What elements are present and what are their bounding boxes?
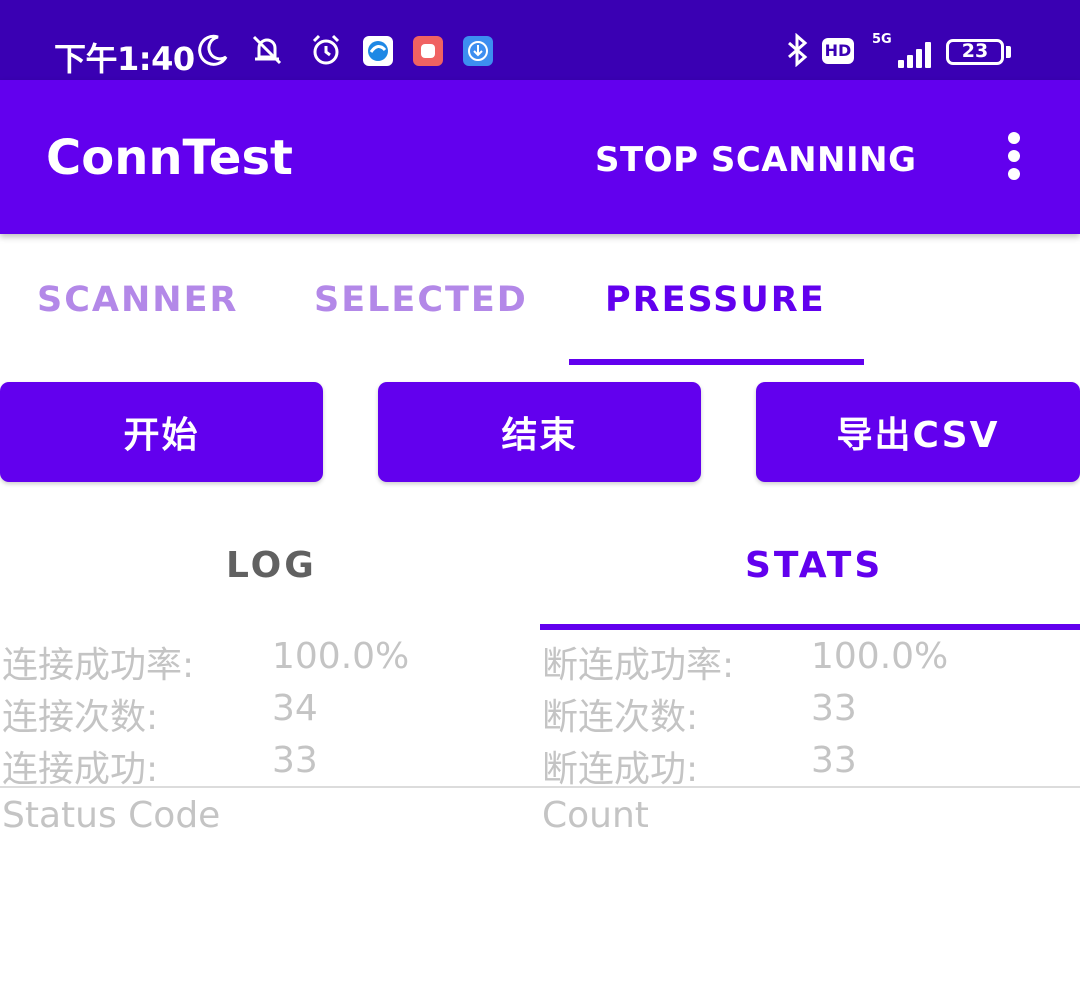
connect-count-value: 34 — [272, 688, 318, 729]
start-button[interactable]: 开始 — [0, 382, 323, 482]
table-header-status-code: Status Code — [2, 795, 221, 836]
connect-count-label: 连接次数: — [2, 697, 159, 738]
disconnect-success-value: 33 — [811, 740, 857, 781]
connect-success-label: 连接成功: — [2, 749, 159, 790]
disconnect-success-rate-value: 100.0% — [811, 636, 949, 677]
stop-scanning-button[interactable]: STOP SCANNING — [595, 140, 917, 180]
tab-log[interactable]: LOG — [226, 545, 317, 586]
tab-selected[interactable]: SELECTED — [314, 280, 528, 320]
export-csv-button[interactable]: 导出CSV — [756, 382, 1080, 482]
download-app-icon — [463, 36, 493, 66]
disconnect-count-value: 33 — [811, 688, 857, 729]
tab-indicator — [569, 359, 864, 365]
main-tabs: SCANNER SELECTED PRESSURE — [0, 234, 1080, 366]
connect-success-value: 33 — [272, 740, 318, 781]
battery-icon: 23 — [946, 39, 1004, 65]
browser-app-icon — [363, 36, 393, 66]
more-vert-icon[interactable] — [1002, 132, 1026, 182]
table-divider — [0, 786, 1080, 788]
end-button[interactable]: 结束 — [378, 382, 701, 482]
signal-icon — [884, 38, 934, 68]
disconnect-count-label: 断连次数: — [542, 697, 699, 738]
battery-tip — [1006, 46, 1011, 58]
moon-icon — [198, 34, 228, 66]
bluetooth-icon — [788, 33, 808, 67]
connect-success-rate-value: 100.0% — [272, 636, 410, 677]
status-time: 下午1:40 — [54, 40, 195, 78]
table-header-count: Count — [542, 795, 649, 836]
disconnect-success-label: 断连成功: — [542, 749, 699, 790]
app-bar: ConnTest STOP SCANNING — [0, 80, 1080, 234]
status-bar: 下午1:40 HD 5G 23 — [0, 0, 1080, 80]
battery-level: 23 — [961, 40, 989, 62]
alarm-icon — [312, 34, 340, 65]
tab-pressure[interactable]: PRESSURE — [605, 280, 826, 320]
red-app-icon — [413, 36, 443, 66]
tab-stats[interactable]: STATS — [745, 545, 883, 586]
app-title: ConnTest — [46, 130, 293, 186]
tab-scanner[interactable]: SCANNER — [37, 280, 238, 320]
mute-icon — [252, 35, 282, 65]
hd-badge: HD — [822, 38, 854, 64]
connect-success-rate-label: 连接成功率: — [2, 645, 195, 686]
disconnect-success-rate-label: 断连成功率: — [542, 645, 735, 686]
subtab-indicator — [540, 624, 1080, 630]
